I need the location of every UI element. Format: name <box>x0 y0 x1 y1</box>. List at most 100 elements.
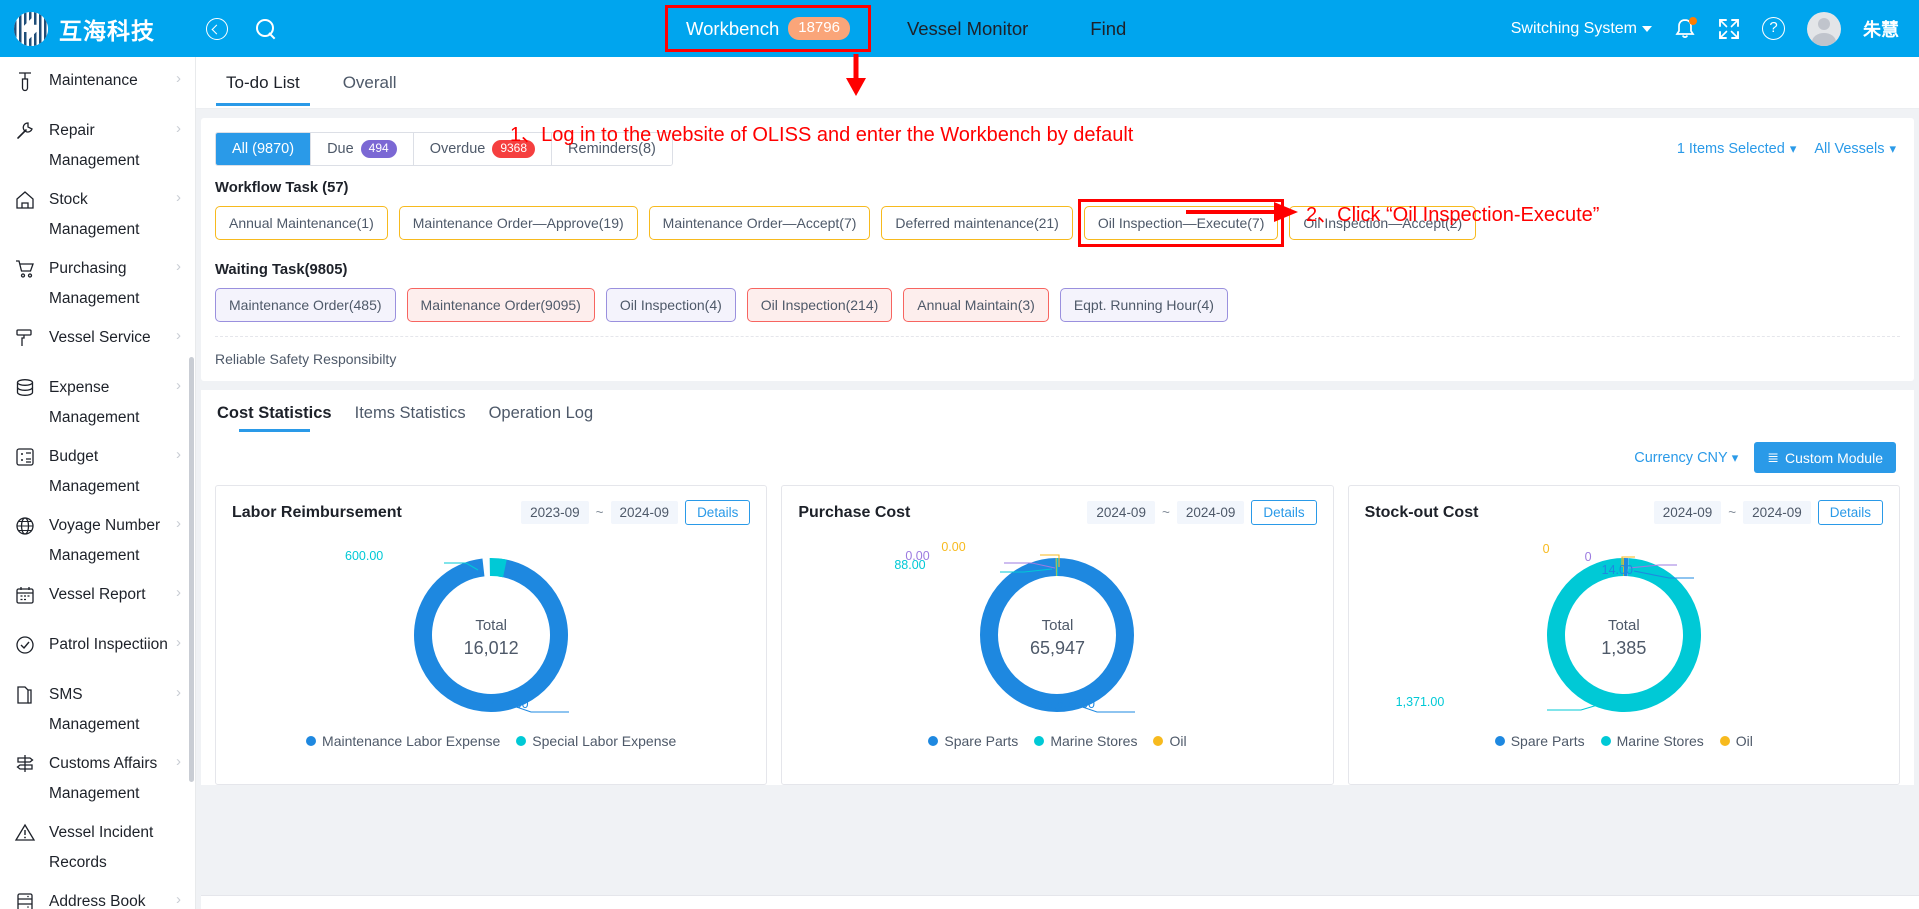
legend-color-dot <box>1600 736 1611 746</box>
chip-maintenance-order-9095[interactable]: Maintenance Order(9095) <box>406 288 595 322</box>
legend-item[interactable]: Special Labor Expense <box>516 733 676 749</box>
warning-triangle-icon <box>14 822 36 844</box>
chip-oil-inspection-4[interactable]: Oil Inspection(4) <box>605 288 736 322</box>
back-arrow-circle-icon[interactable] <box>206 17 228 40</box>
sidebar-item-address-book[interactable]: Address Book › <box>0 878 195 909</box>
switching-system-selector[interactable]: Switching System <box>1511 20 1652 38</box>
sidebar-item-patrol-inspectiion[interactable]: Patrol Inspectiion › <box>0 621 195 671</box>
sidebar-item-repair-management[interactable]: Repair Management › <box>0 107 195 176</box>
filter-all[interactable]: All (9870) <box>216 133 312 165</box>
currency-dropdown[interactable]: Currency CNY ▾ <box>1634 450 1738 466</box>
legend-item[interactable]: Oil <box>1719 733 1753 749</box>
chip-annual-maintenance[interactable]: Annual Maintenance(1) <box>215 206 388 240</box>
sidebar-item-label: Voyage Number Management <box>49 517 161 564</box>
sidebar-item-vessel-service[interactable]: Vessel Service › <box>0 314 195 364</box>
tab-to-do-list[interactable]: To-do List <box>216 59 310 106</box>
chip-deferred-maintenance[interactable]: Deferred maintenance(21) <box>881 206 1073 240</box>
switching-system-label: Switching System <box>1510 19 1637 37</box>
card-title: Labor Reimbursement <box>232 503 402 521</box>
legend-item[interactable]: Spare Parts <box>1494 733 1585 749</box>
brand: 互海科技 <box>0 11 196 46</box>
sidebar-item-maintenance[interactable]: Maintenance › <box>0 57 195 107</box>
date-to[interactable]: 2024-09 <box>1176 501 1245 524</box>
tab-items-statistics[interactable]: Items Statistics <box>355 404 466 432</box>
details-button[interactable]: Details <box>685 500 751 525</box>
vessels-dropdown[interactable]: All Vessels ▾ <box>1814 141 1896 157</box>
nav-item-workbench[interactable]: Workbench 18796 <box>665 5 871 52</box>
legend-label: Spare Parts <box>944 733 1019 749</box>
chevron-right-icon: › <box>176 446 181 463</box>
globe-icon <box>14 515 36 537</box>
sidebar-item-label: Customs Affairs Management <box>49 755 158 802</box>
details-button[interactable]: Details <box>1251 500 1317 525</box>
sidebar-item-stock-management[interactable]: Stock Management › <box>0 176 195 245</box>
chip-maintenance-order-accept[interactable]: Maintenance Order—Accept(7) <box>648 206 871 240</box>
chip-oil-inspection-214[interactable]: Oil Inspection(214) <box>746 288 893 322</box>
legend-label: Marine Stores <box>1616 733 1704 749</box>
legend-color-dot <box>516 736 527 746</box>
date-to[interactable]: 2024-09 <box>610 501 679 524</box>
todo-panel: All (9870) Due 494 Overdue 9368 Reminder… <box>201 118 1914 381</box>
sidebar-item-label: Stock Management <box>49 191 140 238</box>
date-to[interactable]: 2024-09 <box>1743 501 1811 524</box>
avatar[interactable] <box>1807 11 1841 46</box>
help-question-icon[interactable]: ? <box>1762 17 1785 40</box>
details-button[interactable]: Details <box>1817 500 1883 525</box>
legend-item[interactable]: Marine Stores <box>1034 733 1137 749</box>
sidebar-item-purchasing-management[interactable]: Purchasing Management › <box>0 245 195 314</box>
stats-toolbar: Currency CNY ▾ ≣ Custom Module <box>201 432 1914 473</box>
filter-overdue-label: Overdue <box>429 141 486 157</box>
main-nav: Workbench 18796 Vessel Monitor Find <box>665 5 1140 52</box>
sidebar-item-customs-affairs-management[interactable]: Customs Affairs Management › <box>0 740 195 809</box>
legend-item[interactable]: Maintenance Labor Expense <box>306 733 500 749</box>
sidebar-item-label: Patrol Inspectiion <box>49 636 168 653</box>
sidebar-item-label: SMS Management <box>49 686 140 733</box>
signpost-icon <box>14 753 36 775</box>
chevron-right-icon: › <box>176 327 181 344</box>
sidebar-item-label: Vessel Report <box>49 586 146 603</box>
nav-item-find[interactable]: Find <box>1076 8 1140 50</box>
date-separator: ~ <box>1728 505 1737 520</box>
card-header: Labor Reimbursement 2023-09 ~ 2024-09 De… <box>232 500 751 525</box>
custom-module-button[interactable]: ≣ Custom Module <box>1754 442 1896 473</box>
search-icon[interactable] <box>254 17 278 41</box>
sidebar-scrollbar[interactable] <box>189 357 194 782</box>
chip-annual-maintain-3[interactable]: Annual Maintain(3) <box>903 288 1049 322</box>
database-icon <box>14 377 36 399</box>
fullscreen-expand-icon[interactable] <box>1718 18 1740 40</box>
legend-item[interactable]: Spare Parts <box>928 733 1018 749</box>
legend-item[interactable]: Marine Stores <box>1600 733 1704 749</box>
chevron-right-icon: › <box>176 189 181 206</box>
chip-eqpt-running-hour-4[interactable]: Eqpt. Running Hour(4) <box>1059 288 1228 322</box>
sidebar-item-sms-management[interactable]: SMS Management › <box>0 671 195 740</box>
sidebar-item-budget-management[interactable]: Budget Management › <box>0 433 195 502</box>
sidebar-item-expense-management[interactable]: Expense Management › <box>0 364 195 433</box>
sidebar-item-voyage-number-management[interactable]: Voyage Number Management › <box>0 502 195 571</box>
date-from[interactable]: 2023-09 <box>521 501 589 524</box>
card-stock-out-cost: Stock-out Cost 2024-09 ~ 2024-09 Details <box>1347 485 1900 785</box>
legend-item[interactable]: Oil <box>1153 733 1187 749</box>
tab-operation-log[interactable]: Operation Log <box>489 404 594 432</box>
tab-overall[interactable]: Overall <box>333 59 407 106</box>
date-from[interactable]: 2024-09 <box>1653 501 1722 524</box>
sidebar-item-label: Expense Management <box>49 379 140 426</box>
date-from[interactable]: 2024-09 <box>1087 501 1155 524</box>
nav-item-vessel-monitor[interactable]: Vessel Monitor <box>893 8 1042 50</box>
chip-maintenance-order-approve[interactable]: Maintenance Order—Approve(19) <box>398 206 638 240</box>
annotation-step-1: 1、Log in to the website of OLISS and ent… <box>510 124 1134 146</box>
items-selected-dropdown[interactable]: 1 Items Selected ▾ <box>1677 141 1797 157</box>
sidebar-item-vessel-report[interactable]: Vessel Report › <box>0 571 195 621</box>
annotation-arrow-down <box>846 54 866 96</box>
notification-dot <box>1689 16 1697 25</box>
nav-item-workbench-badge: 18796 <box>788 17 850 40</box>
calculator-icon <box>14 446 36 468</box>
legend-label: Oil <box>1169 733 1187 749</box>
date-separator: ~ <box>595 505 604 520</box>
chevron-right-icon: › <box>176 584 181 601</box>
filter-due[interactable]: Due 494 <box>311 133 414 165</box>
chip-maintenance-order-485[interactable]: Maintenance Order(485) <box>215 288 396 322</box>
tab-cost-statistics[interactable]: Cost Statistics <box>217 404 332 432</box>
chevron-down-icon: ▾ <box>1889 141 1896 156</box>
sidebar-item-vessel-incident-records[interactable]: Vessel Incident Records <box>0 809 195 878</box>
notification-bell-icon[interactable] <box>1674 16 1697 41</box>
